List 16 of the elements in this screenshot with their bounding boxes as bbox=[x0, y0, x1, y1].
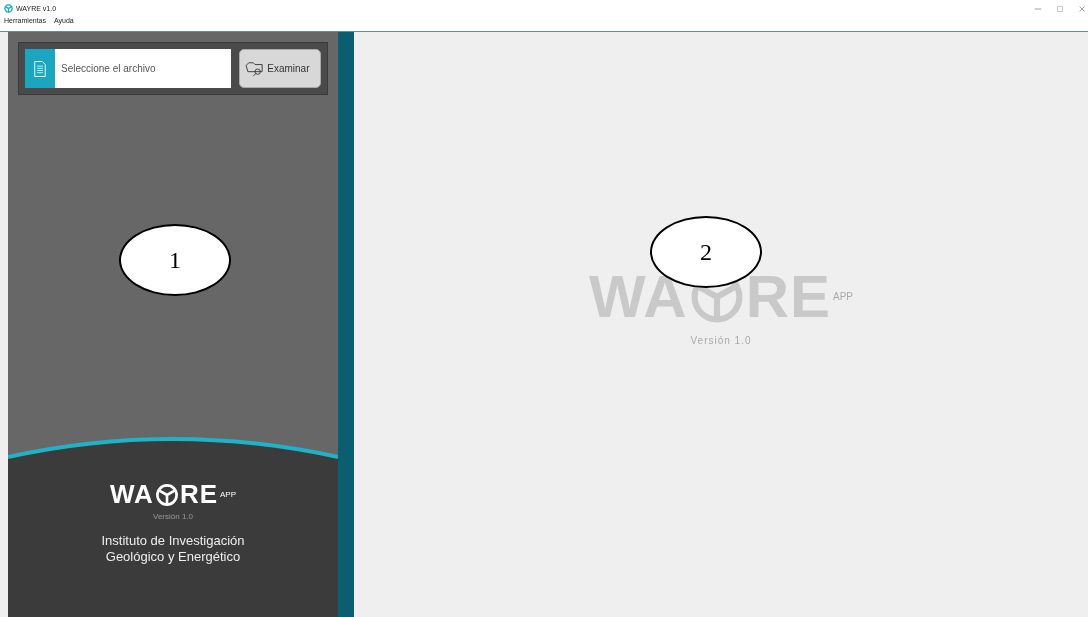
app-logo-icon bbox=[4, 4, 13, 13]
callout-label: 2 bbox=[650, 216, 762, 288]
version-label: Versión 1.0 bbox=[690, 335, 752, 346]
file-path-field[interactable]: Seleccione el archivo bbox=[55, 49, 232, 88]
folder-search-icon bbox=[245, 60, 266, 77]
browse-button[interactable]: Examinar bbox=[239, 49, 321, 88]
logo-text: WA bbox=[110, 479, 154, 510]
close-icon[interactable] bbox=[1078, 4, 1086, 13]
app-tag: APP bbox=[220, 490, 236, 499]
version-label: Versión 1.0 bbox=[153, 512, 193, 521]
maximize-icon[interactable] bbox=[1056, 4, 1064, 13]
institute-name: Instituto de Investigación Geológico y Energético bbox=[100, 533, 246, 565]
app-tag: APP bbox=[833, 291, 853, 302]
wheel-icon bbox=[154, 482, 179, 507]
document-icon bbox=[25, 49, 55, 88]
logo-text: RE bbox=[179, 479, 218, 510]
